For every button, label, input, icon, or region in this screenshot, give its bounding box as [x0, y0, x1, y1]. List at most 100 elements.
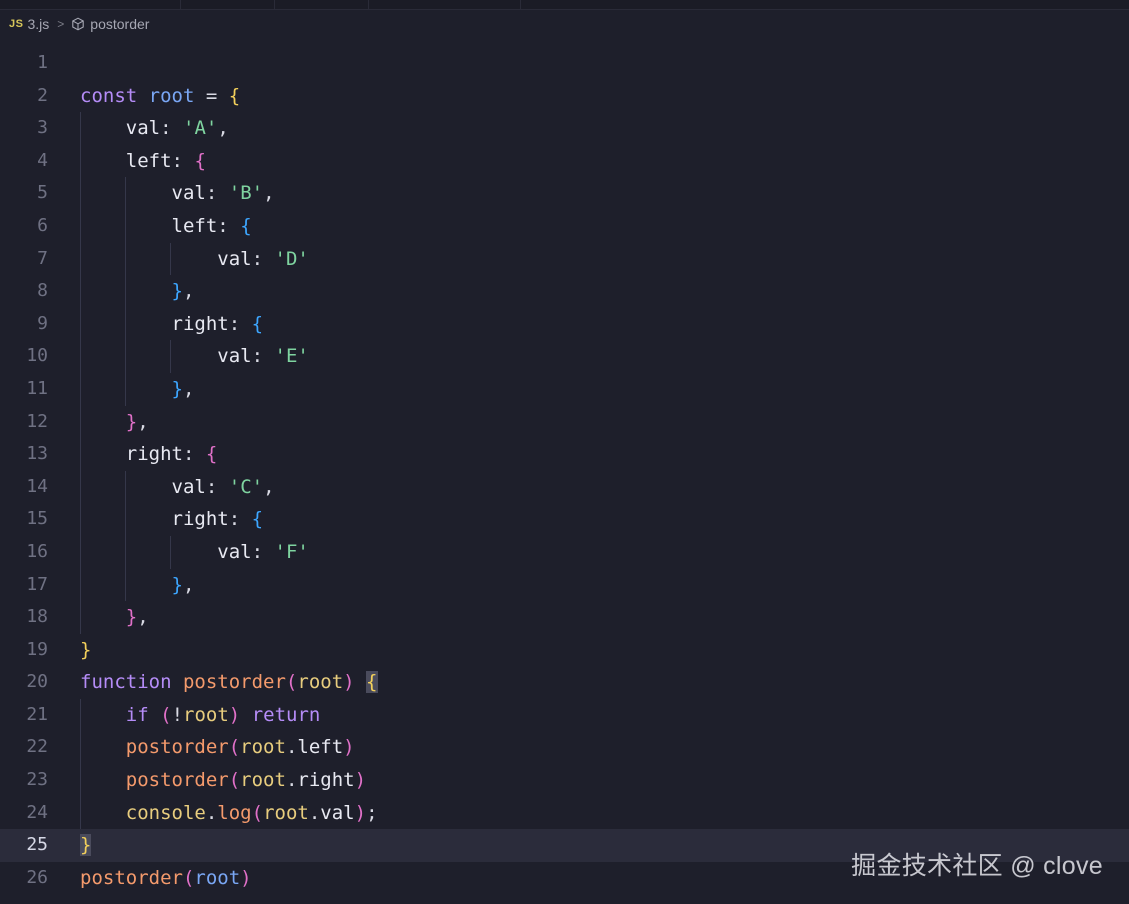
code-line[interactable]: 5 val: 'B', [0, 177, 1129, 210]
code-line[interactable]: 23 postorder(root.right) [0, 764, 1129, 797]
code-token: . [285, 769, 298, 792]
code-token: ; [366, 801, 378, 824]
code-token: : [160, 117, 172, 140]
code-token: } [171, 280, 183, 303]
code-line[interactable]: 14 val: 'C', [0, 470, 1129, 504]
code-token: = [205, 84, 218, 107]
line-number: 21 [26, 703, 48, 725]
code-editor[interactable]: 1 2 const root = {3 val: 'A', 4 left: {5 va… [0, 47, 1129, 894]
code-text: const root = { [80, 80, 240, 113]
code-token: 'C' [228, 475, 264, 498]
breadcrumb-file[interactable]: 3.js [27, 16, 49, 32]
tab-segment[interactable] [274, 0, 369, 9]
code-line[interactable]: 18 }, [0, 601, 1129, 634]
code-token: right [171, 508, 229, 531]
code-text: console.log(root.val); [80, 797, 378, 830]
code-token: { [240, 214, 252, 237]
code-token: { [251, 312, 264, 335]
code-token: right [171, 312, 229, 335]
code-line[interactable]: 15 right: { [0, 503, 1129, 536]
code-token: ! [171, 703, 184, 726]
code-line[interactable]: 6 left: { [0, 209, 1129, 243]
code-token: : [217, 214, 229, 237]
code-token: , [137, 410, 149, 433]
line-number: 20 [26, 671, 48, 693]
code-line[interactable]: 1 [0, 47, 1129, 80]
code-token: } [125, 410, 138, 433]
code-token: : [251, 345, 264, 368]
code-line[interactable]: 10 val: 'E' [0, 340, 1129, 373]
code-line[interactable]: 16 val: 'F' [0, 535, 1129, 569]
code-line[interactable]: 20 function postorder(root) { [0, 666, 1129, 699]
code-text: postorder(root.left) [80, 731, 355, 764]
code-line[interactable]: 12 }, [0, 405, 1129, 439]
code-token: root [297, 671, 344, 694]
code-token: ) [354, 801, 367, 824]
code-text: left: { [80, 210, 252, 243]
code-line[interactable]: 19} [0, 634, 1129, 667]
code-line[interactable]: 8 }, [0, 275, 1129, 308]
code-token: root [240, 769, 286, 792]
code-line[interactable]: 3 val: 'A', [0, 112, 1129, 145]
code-token: val [125, 117, 161, 140]
code-token: : [205, 182, 218, 205]
code-token: val [217, 247, 252, 270]
code-line[interactable]: 11 }, [0, 372, 1129, 406]
tab-segment[interactable] [368, 0, 521, 9]
breadcrumb-separator: > [57, 17, 65, 31]
code-line[interactable]: 22 postorder(root.left) [0, 731, 1129, 765]
code-token: left [297, 736, 344, 759]
tab-segment[interactable] [180, 0, 275, 9]
code-line[interactable]: 4 left: { [0, 144, 1129, 178]
line-number: 1 [37, 52, 48, 73]
tab-segment[interactable] [0, 0, 181, 9]
js-file-icon: JS [9, 18, 24, 30]
code-text: val: 'A', [80, 112, 229, 145]
code-token: 'F' [274, 540, 309, 563]
code-token: : [182, 443, 195, 466]
line-number: 5 [37, 182, 48, 204]
line-number: 18 [26, 606, 48, 628]
watermark: 掘金技术社区 @ clove [851, 852, 1103, 880]
code-token: . [308, 801, 321, 824]
code-token: : [205, 475, 218, 498]
line-number: 14 [26, 475, 48, 497]
line-number: 13 [26, 443, 48, 465]
code-token: right [297, 769, 355, 792]
code-token: val [217, 345, 252, 368]
code-token: val [217, 540, 252, 563]
line-number: 17 [26, 573, 48, 595]
code-text: }, [80, 275, 195, 308]
breadcrumb-symbol[interactable]: postorder [90, 16, 149, 32]
code-line[interactable]: 9 right: { [0, 307, 1129, 341]
line-number: 26 [26, 866, 48, 888]
code-token: , [263, 182, 275, 205]
line-number: 15 [26, 508, 48, 530]
code-line[interactable]: 7 val: 'D' [0, 242, 1129, 276]
code-token: } [171, 573, 183, 596]
code-line[interactable]: 24 console.log(root.val); [0, 796, 1129, 830]
code-line[interactable]: 21 if (!root) return [0, 698, 1129, 732]
code-token: } [125, 606, 138, 629]
code-line[interactable]: 17 }, [0, 568, 1129, 602]
code-line[interactable]: 13 right: { [0, 438, 1129, 471]
code-line[interactable]: 2 const root = { [0, 80, 1129, 113]
